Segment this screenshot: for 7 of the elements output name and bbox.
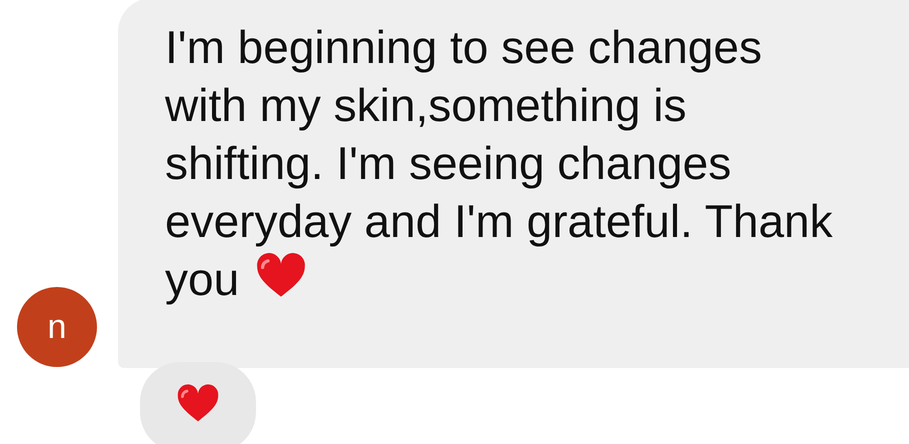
message-text: with my skin,something is xyxy=(165,78,686,133)
message-text: I'm beginning to see changes xyxy=(165,20,762,75)
message-text: you xyxy=(165,252,240,307)
message-text: everyday and I'm grateful. Thank xyxy=(165,194,833,249)
message-text: shifting. I'm seeing changes xyxy=(165,136,732,191)
reaction-pill[interactable] xyxy=(140,362,256,444)
avatar-initial: n xyxy=(48,310,66,344)
